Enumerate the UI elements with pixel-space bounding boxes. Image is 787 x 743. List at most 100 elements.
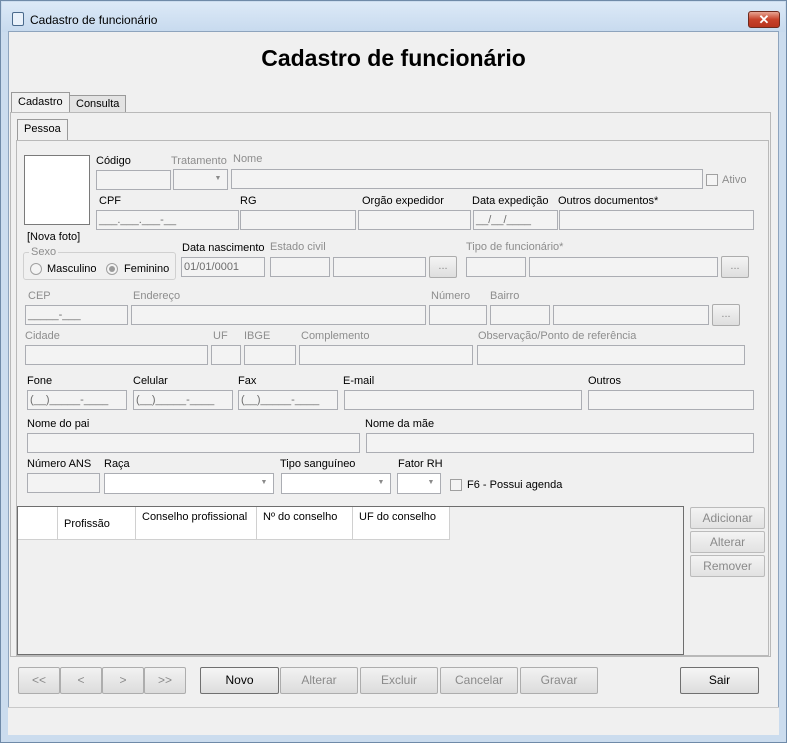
novo-button[interactable]: Novo — [200, 667, 279, 694]
nome-mae-input[interactable] — [366, 433, 754, 453]
tipo-sanguineo-select[interactable]: ▼ — [281, 473, 391, 494]
email-input[interactable] — [344, 390, 582, 410]
estado-civil-desc-input[interactable] — [333, 257, 426, 277]
feminino-radio[interactable] — [106, 263, 118, 275]
rg-input[interactable] — [240, 210, 356, 230]
estado-civil-label: Estado civil — [270, 241, 326, 253]
sexo-label: Sexo — [29, 246, 59, 258]
cep-label: CEP — [28, 290, 51, 302]
ibge-input[interactable] — [244, 345, 296, 365]
outros-docs-input[interactable] — [559, 210, 754, 230]
data-expedicao-input[interactable]: __/__/____ — [473, 210, 558, 230]
chevron-down-icon: ▼ — [260, 479, 268, 486]
codigo-label: Código — [96, 155, 131, 167]
ativo-label: Ativo — [722, 174, 747, 186]
alterar-button[interactable]: Alterar — [280, 667, 358, 694]
fax-label: Fax — [238, 375, 257, 387]
previous-record-button[interactable]: < — [60, 667, 102, 694]
gravar-button[interactable]: Gravar — [520, 667, 598, 694]
tratamento-label: Tratamento — [171, 155, 227, 167]
numero-input[interactable] — [429, 305, 487, 325]
orgao-input[interactable] — [358, 210, 471, 230]
status-bar — [8, 707, 779, 735]
tab-consulta[interactable]: Consulta — [69, 95, 127, 113]
observacao-input[interactable] — [477, 345, 745, 365]
grid-row-header — [18, 507, 58, 540]
bairro-code-input[interactable] — [490, 305, 550, 325]
masculino-radio[interactable] — [30, 263, 42, 275]
uf-input[interactable] — [211, 345, 241, 365]
window-title: Cadastro de funcionário — [30, 13, 158, 27]
nome-mae-label: Nome da mãe — [365, 418, 435, 430]
sair-button[interactable]: Sair — [680, 667, 759, 694]
numero-ans-input[interactable] — [27, 473, 100, 493]
remover-button[interactable]: Remover — [690, 555, 765, 577]
tipo-sanguineo-label: Tipo sanguíneo — [280, 458, 356, 470]
data-nascimento-input[interactable]: 01/01/0001 — [181, 257, 265, 277]
data-nascimento-label: Data nascimento — [182, 242, 265, 254]
cidade-label: Cidade — [25, 330, 60, 342]
complemento-input[interactable] — [299, 345, 473, 365]
possui-agenda-checkbox[interactable] — [450, 479, 462, 491]
ativo-checkbox[interactable] — [706, 174, 718, 186]
data-expedicao-label: Data expedição — [472, 195, 549, 207]
title-bar: Cadastro de funcionário ✕ — [2, 2, 785, 32]
nova-foto-link[interactable]: [Nova foto] — [27, 231, 80, 243]
fator-rh-select[interactable]: ▼ — [397, 473, 441, 494]
nome-input[interactable] — [231, 169, 703, 189]
raca-select[interactable]: ▼ — [104, 473, 274, 494]
endereco-input[interactable] — [131, 305, 426, 325]
tratamento-select[interactable]: ▼ — [173, 169, 228, 190]
raca-label: Raça — [104, 458, 130, 470]
rg-label: RG — [240, 195, 257, 207]
outros-input[interactable] — [588, 390, 754, 410]
celular-label: Celular — [133, 375, 168, 387]
bairro-label: Bairro — [490, 290, 520, 302]
orgao-label: Orgão expedidor — [362, 195, 444, 207]
app-icon — [12, 12, 24, 26]
outros-label: Outros — [588, 375, 622, 387]
cpf-input[interactable]: ___.___.___-__ — [96, 210, 239, 230]
tab-cadastro[interactable]: Cadastro — [11, 92, 70, 113]
celular-input[interactable]: (__)_____-____ — [133, 390, 233, 410]
tipo-funcionario-code-input[interactable] — [466, 257, 526, 277]
profissao-grid[interactable]: Profissão Conselho profissional Nº do co… — [17, 506, 684, 655]
grid-header-numero-conselho[interactable]: Nº do conselho — [257, 507, 353, 540]
uf-label: UF — [213, 330, 228, 342]
cancelar-button[interactable]: Cancelar — [440, 667, 518, 694]
estado-civil-lookup-button[interactable]: ... — [429, 256, 457, 278]
last-record-button[interactable]: >> — [144, 667, 186, 694]
possui-agenda-label: F6 - Possui agenda — [467, 479, 563, 491]
chevron-down-icon: ▼ — [427, 479, 435, 486]
chevron-down-icon: ▼ — [214, 175, 222, 182]
bairro-desc-input[interactable] — [553, 305, 709, 325]
outros-docs-label: Outros documentos* — [558, 195, 659, 207]
grid-header-profissao[interactable]: Profissão — [58, 507, 136, 540]
nome-pai-input[interactable] — [27, 433, 360, 453]
cidade-input[interactable] — [25, 345, 208, 365]
numero-label: Número — [431, 290, 471, 302]
photo-box[interactable] — [24, 155, 90, 225]
estado-civil-code-input[interactable] — [270, 257, 330, 277]
alterar-profissao-button[interactable]: Alterar — [690, 531, 765, 553]
email-label: E-mail — [343, 375, 375, 387]
bairro-lookup-button[interactable]: ... — [712, 304, 740, 326]
tipo-funcionario-lookup-button[interactable]: ... — [721, 256, 749, 278]
cep-input[interactable]: _____-___ — [25, 305, 128, 325]
chevron-down-icon: ▼ — [377, 479, 385, 486]
codigo-input[interactable] — [96, 170, 171, 190]
grid-header-uf-conselho[interactable]: UF do conselho — [353, 507, 450, 540]
ibge-label: IBGE — [244, 330, 271, 342]
excluir-button[interactable]: Excluir — [360, 667, 438, 694]
next-record-button[interactable]: > — [102, 667, 144, 694]
fone-input[interactable]: (__)_____-____ — [27, 390, 127, 410]
observacao-label: Observação/Ponto de referência — [478, 330, 637, 342]
first-record-button[interactable]: << — [18, 667, 60, 694]
adicionar-button[interactable]: Adicionar — [690, 507, 765, 529]
close-button[interactable]: ✕ — [748, 11, 780, 28]
masculino-label: Masculino — [47, 263, 97, 275]
fax-input[interactable]: (__)_____-____ — [238, 390, 338, 410]
tab-pessoa[interactable]: Pessoa — [17, 119, 68, 141]
grid-header-conselho[interactable]: Conselho profissional — [136, 507, 257, 540]
tipo-funcionario-desc-input[interactable] — [529, 257, 718, 277]
